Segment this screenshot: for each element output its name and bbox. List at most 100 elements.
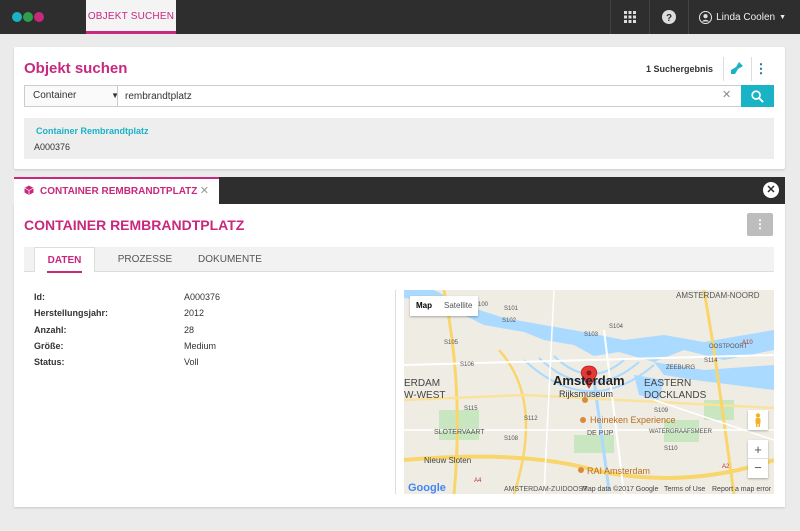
- map-label-zeeburg: ZEEBURG: [666, 365, 695, 371]
- zoom-controls: + −: [748, 440, 768, 478]
- detail-tabs: DATEN PROZESSE DOKUMENTE: [24, 247, 774, 273]
- results-count: 1 Suchergebnis: [645, 64, 713, 74]
- help-icon: ?: [662, 10, 677, 24]
- property-value: 2012: [184, 308, 205, 318]
- map-label-west: W-WEST: [404, 390, 445, 401]
- road-shield: S114: [704, 358, 718, 364]
- google-logo: Google: [408, 482, 446, 494]
- close-tab-icon[interactable]: ✕: [200, 184, 209, 197]
- object-type-select[interactable]: Container ▼: [24, 85, 126, 107]
- logo-dot-green: [23, 12, 33, 22]
- road-shield: S103: [584, 332, 599, 338]
- more-options-icon[interactable]: ⋮: [753, 61, 769, 77]
- zoom-in-button[interactable]: +: [748, 440, 768, 459]
- map-label-watergraafsmeer: WATERGRAAFSMEER: [649, 429, 713, 435]
- map-attribution: Google Map data ©2017 Google Terms of Us…: [404, 482, 774, 494]
- clear-input-icon[interactable]: ✕: [722, 88, 731, 101]
- search-result-item[interactable]: Container Rembrandtplatz A000376: [24, 118, 774, 159]
- logo-dot-cyan: [12, 12, 22, 22]
- brush-icon: [731, 62, 743, 74]
- map-type-satellite-button[interactable]: Satellite: [438, 296, 478, 316]
- object-heading: CONTAINER REMBRANDTPLATZ: [24, 217, 245, 233]
- apps-grid-icon: [624, 11, 637, 23]
- tab-label: CONTAINER REMBRANDTPLATZ: [40, 186, 198, 197]
- property-row: Id: A000376: [34, 292, 374, 308]
- search-card: Objekt suchen 1 Suchergebnis ⋮ Container…: [14, 47, 785, 169]
- map-label-rai: RAI Amsterdam: [587, 466, 650, 476]
- help-icon[interactable]: ?: [650, 0, 688, 34]
- search-button[interactable]: [741, 85, 774, 107]
- map[interactable]: Amsterdam Rijksmuseum Heineken Experienc…: [404, 290, 774, 494]
- property-value: A000376: [184, 292, 221, 302]
- road-shield: S108: [504, 436, 519, 442]
- property-value: Medium: [184, 341, 217, 351]
- property-label: Status:: [34, 357, 65, 367]
- property-label: Herstellungsjahr:: [34, 308, 109, 318]
- apps-grid-icon[interactable]: [611, 0, 649, 34]
- property-row: Herstellungsjahr: 2012: [34, 308, 374, 324]
- map-label-erdam: ERDAM: [404, 378, 440, 389]
- clear-search-brush-icon[interactable]: [729, 61, 745, 77]
- logo-dot-magenta: [34, 12, 44, 22]
- divider: [723, 57, 724, 81]
- map-canvas[interactable]: Amsterdam Rijksmuseum Heineken Experienc…: [404, 290, 774, 494]
- road-shield: S101: [504, 306, 519, 312]
- result-id: A000376: [34, 142, 71, 152]
- detail-more-options-icon[interactable]: ⋮: [747, 213, 773, 236]
- map-label-rijksmuseum: Rijksmuseum: [559, 389, 613, 399]
- map-label-eastern-1: EASTERN: [644, 378, 691, 389]
- map-label-eastern-2: DOCKLANDS: [644, 390, 707, 401]
- road-shield: S102: [502, 318, 517, 324]
- road-shield: S106: [460, 362, 475, 368]
- property-value: 28: [184, 325, 195, 335]
- chevron-down-icon: ▼: [779, 13, 786, 21]
- detail-card: CONTAINER REMBRANDTPLATZ ⋮ DATEN PROZESS…: [14, 204, 785, 507]
- road-shield: A2: [722, 464, 730, 470]
- search-icon: [751, 89, 764, 103]
- user-name: Linda Coolen: [716, 11, 776, 23]
- tab-container-rembrandtplatz[interactable]: CONTAINER REMBRANDTPLATZ ✕: [14, 177, 219, 204]
- road-shield: A10: [742, 340, 753, 346]
- property-label: Id:: [34, 292, 45, 302]
- map-label-sloten: Nieuw Sloten: [424, 456, 471, 465]
- app-logo[interactable]: [12, 12, 44, 22]
- property-label: Anzahl:: [34, 325, 67, 335]
- road-shield: S115: [464, 406, 478, 412]
- map-label-noord: AMSTERDAM-NOORD: [676, 291, 760, 300]
- page-title: Objekt suchen: [24, 60, 128, 77]
- map-label-de-pijp: DE PIJP: [587, 430, 614, 437]
- svg-text:?: ?: [666, 13, 672, 24]
- user-avatar-icon: [699, 10, 713, 24]
- road-shield: S104: [609, 324, 624, 330]
- map-data-text: Map data ©2017 Google: [582, 486, 659, 493]
- detail-tab-strip: CONTAINER REMBRANDTPLATZ ✕ ✕: [14, 177, 785, 204]
- tab-objekt-suchen[interactable]: OBJEKT SUCHEN: [86, 0, 176, 34]
- result-title-link[interactable]: Container Rembrandtplatz: [36, 126, 149, 136]
- terms-link[interactable]: Terms of Use: [664, 486, 705, 493]
- tab-dokumente[interactable]: DOKUMENTE: [190, 247, 270, 272]
- map-label-city: Amsterdam: [553, 373, 625, 388]
- zoom-out-button[interactable]: −: [748, 459, 768, 478]
- cube-icon: [24, 185, 34, 198]
- property-value: Voll: [184, 357, 199, 367]
- map-label-heineken: Heineken Experience: [590, 415, 676, 425]
- report-error-link[interactable]: Report a map error: [712, 486, 771, 493]
- tab-daten[interactable]: DATEN: [34, 247, 95, 273]
- map-type-toggle: Map Satellite: [410, 296, 479, 316]
- property-label: Größe:: [34, 341, 64, 351]
- user-menu[interactable]: Linda Coolen ▼: [689, 10, 800, 24]
- road-shield: S105: [444, 340, 459, 346]
- divider: [751, 57, 752, 81]
- map-label-slotervaart: SLOTERVAART: [434, 429, 485, 436]
- street-view-pegman-icon[interactable]: [748, 410, 768, 430]
- map-container: Amsterdam Rijksmuseum Heineken Experienc…: [395, 290, 775, 494]
- road-shield: S109: [654, 408, 669, 414]
- property-row: Größe: Medium: [34, 341, 374, 357]
- map-type-map-button[interactable]: Map: [410, 296, 438, 316]
- road-shield: S110: [664, 446, 678, 452]
- close-panel-icon[interactable]: ✕: [763, 182, 779, 198]
- top-navigation-bar: OBJEKT SUCHEN ? Linda Coolen ▼: [0, 0, 800, 34]
- property-row: Status: Voll: [34, 357, 374, 373]
- tab-prozesse[interactable]: PROZESSE: [110, 247, 180, 272]
- search-input[interactable]: [117, 85, 742, 107]
